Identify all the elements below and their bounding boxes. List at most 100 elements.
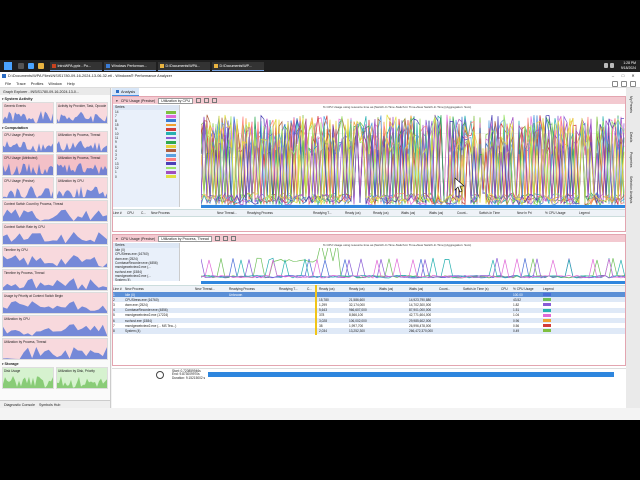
graph-thumbnail[interactable]: Timeline by Process, Thread xyxy=(2,269,108,291)
menu-help[interactable]: Help xyxy=(67,82,75,86)
column-header[interactable]: New Thread... xyxy=(217,211,247,215)
collapse-icon[interactable]: ▾ xyxy=(116,99,118,103)
graph-thumbnail[interactable]: Usage by Priority at Context Switch Begi… xyxy=(2,292,108,314)
series-item[interactable]: System (4) xyxy=(113,278,179,281)
graph-thumbnail[interactable]: Utilization by Disk, Priority xyxy=(56,367,108,389)
preset-dropdown[interactable]: Utilization by Process, Thread xyxy=(158,235,212,242)
side-tab-properties[interactable]: Properties xyxy=(629,152,633,167)
column-header[interactable]: Ready (us) xyxy=(349,287,379,291)
feedback-icon[interactable] xyxy=(630,81,636,87)
preset-dropdown[interactable]: Utilization by CPU xyxy=(158,97,194,104)
timeline-bar[interactable] xyxy=(201,281,625,284)
column-header[interactable]: C... xyxy=(307,287,319,291)
graph-group-title[interactable]: ▾ Storage xyxy=(2,361,108,366)
close-button[interactable]: ✕ xyxy=(628,72,638,80)
settings-icon[interactable] xyxy=(612,81,618,87)
column-header[interactable]: Readying Process xyxy=(247,211,313,215)
column-header[interactable]: C... xyxy=(141,211,151,215)
column-header[interactable]: New In Pri xyxy=(517,211,545,215)
column-header[interactable]: Line # xyxy=(113,287,125,291)
column-divider[interactable] xyxy=(315,285,317,335)
taskbar-app-folder-2[interactable]: D:\Documents\WP... xyxy=(212,61,264,71)
graph-thumbnail[interactable]: CPU Usage (Precise) xyxy=(2,131,54,153)
graph-thumbnail[interactable]: Context Switch Count by Process, Thread xyxy=(2,200,108,222)
side-tab-my-presets[interactable]: My Presets xyxy=(629,96,633,113)
graph-thumbnail[interactable]: Utilization by Process, Thread xyxy=(2,338,108,360)
chart-type-icon[interactable] xyxy=(196,98,202,103)
column-header[interactable]: % CPU Usage xyxy=(513,287,543,291)
column-header[interactable]: Ready (us) xyxy=(373,211,401,215)
column-header[interactable]: Line # xyxy=(113,211,127,215)
minimize-button[interactable]: – xyxy=(608,72,618,80)
table-row[interactable]: 8 System (4) 2,034 13,252,300 266,472,370,00… xyxy=(113,328,625,334)
settings-icon[interactable] xyxy=(212,98,218,103)
maximize-button[interactable]: □ xyxy=(618,72,628,80)
volume-icon[interactable] xyxy=(610,63,614,68)
column-header[interactable]: New Process xyxy=(151,211,217,215)
column-header[interactable]: Switch-In Time (s) xyxy=(463,287,501,291)
chart-type-icon[interactable] xyxy=(214,236,220,241)
taskbar-app-folder-1[interactable]: D:\Documents\WPA... xyxy=(158,61,210,71)
column-header[interactable]: CPU xyxy=(127,211,141,215)
table-view-icon[interactable] xyxy=(222,236,228,241)
network-icon[interactable] xyxy=(604,63,608,68)
menu-trace[interactable]: Trace xyxy=(16,82,26,86)
menu-window[interactable]: Window xyxy=(48,82,62,86)
collapse-icon[interactable]: ▾ xyxy=(116,237,118,241)
file-explorer-icon[interactable] xyxy=(38,63,44,69)
clock-icon[interactable] xyxy=(156,371,164,379)
menu-profiles[interactable]: Profiles xyxy=(31,82,44,86)
column-header[interactable]: % CPU Usage xyxy=(545,211,579,215)
graph-thumbnail[interactable]: Utilization by CPU xyxy=(2,315,108,337)
column-header[interactable]: Count... xyxy=(439,287,463,291)
column-header[interactable]: Ready (us) xyxy=(319,287,349,291)
taskbar-app-wpa[interactable]: Windows Performan... xyxy=(104,61,156,71)
graph-thumbnail[interactable]: Context Switch Rate by CPU xyxy=(2,223,108,245)
series-item[interactable]: 0 xyxy=(113,174,179,179)
column-header[interactable]: Count... xyxy=(457,211,479,215)
search-icon[interactable] xyxy=(18,63,24,69)
task-view-icon[interactable] xyxy=(28,63,34,69)
column-header[interactable]: Legend xyxy=(579,211,603,215)
table-view-icon[interactable] xyxy=(204,98,210,103)
graph-thumbnail[interactable]: Utilization by CPU xyxy=(56,177,108,199)
settings-icon[interactable] xyxy=(230,236,236,241)
column-header[interactable]: Readying Process xyxy=(229,287,279,291)
column-header[interactable]: Readying T... xyxy=(313,211,345,215)
process-usage-chart[interactable] xyxy=(201,248,625,280)
column-header[interactable]: Switch-In Time xyxy=(479,211,517,215)
graph-thumbnail[interactable]: Disk Usage xyxy=(2,367,54,389)
taskbar-clock[interactable]: 1:28 PM 9/18/2024 xyxy=(621,61,636,70)
graph-group-title[interactable]: ▾ Computation xyxy=(2,125,108,130)
column-header[interactable]: Readying T... xyxy=(279,287,307,291)
graph-thumbnail[interactable]: CPU Usage (Precise) xyxy=(2,177,54,199)
graph-thumbnail[interactable]: Utilization by Process, Thread xyxy=(56,154,108,176)
overview-timeline[interactable] xyxy=(208,372,614,377)
column-header[interactable]: Waits (us) xyxy=(379,287,409,291)
diagnostic-console-tab[interactable]: Diagnostic Console xyxy=(4,403,35,407)
symbols-hub-tab[interactable]: Symbols Hub xyxy=(39,403,60,407)
graph-thumbnail[interactable]: Activity by Provider, Task, Opcode xyxy=(56,102,108,124)
analysis-tab[interactable]: Analysis xyxy=(112,88,140,96)
graph-thumbnail[interactable]: CPU Usage (Attributed) xyxy=(2,154,54,176)
column-header[interactable]: Waits (us) xyxy=(429,211,457,215)
graph-thumbnail[interactable]: Generic Events xyxy=(2,102,54,124)
side-tab-selection-analysis[interactable]: Selection Analysis xyxy=(629,176,633,203)
column-header[interactable]: Legend xyxy=(543,287,565,291)
side-tab-details[interactable]: Details xyxy=(629,132,633,142)
graph-explorer-tab[interactable]: Graph Explorer - INSIS1780-09-16-2024-13… xyxy=(0,88,110,95)
taskbar-app-powerpoint[interactable]: IntroWPA.pptx - Po... xyxy=(50,61,102,71)
column-header[interactable]: CPU xyxy=(501,287,513,291)
column-header[interactable]: Waits (us) xyxy=(401,211,429,215)
graph-group-title[interactable]: ▾ System Activity xyxy=(2,96,108,101)
column-header[interactable]: New Process xyxy=(125,287,195,291)
graph-thumbnail[interactable]: Utilization by Process, Thread xyxy=(56,131,108,153)
timeline-bar[interactable] xyxy=(201,205,625,208)
column-header[interactable]: Ready (us) xyxy=(345,211,373,215)
column-header[interactable]: Waits (us) xyxy=(409,287,439,291)
system-tray[interactable] xyxy=(604,63,614,69)
cpu-usage-chart[interactable] xyxy=(201,110,625,205)
column-header[interactable]: New Thread... xyxy=(195,287,229,291)
start-icon[interactable] xyxy=(4,62,12,70)
graph-thumbnail[interactable]: Timeline by CPU xyxy=(2,246,108,268)
